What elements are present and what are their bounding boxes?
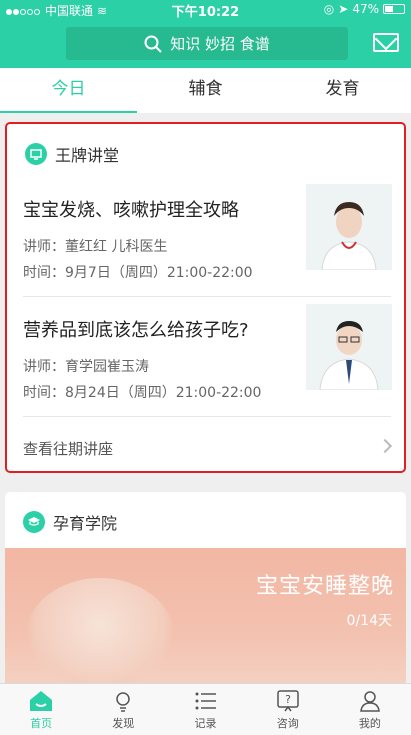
- nav-consult-label: 咨询: [276, 716, 299, 730]
- status-bar: 中国联通 ≋ 下午10:22 ◎ ➤ 47%: [0, 0, 411, 20]
- battery-icon: [383, 4, 405, 14]
- lecture-time: 时间：8月24日（周四）21:00-22:00: [23, 385, 262, 401]
- lightbulb-icon: [110, 689, 136, 713]
- lecture-item[interactable]: 宝宝发烧、咳嗽护理全攻略 讲师：董红红 儿科医生 时间：9月7日（周四）21:0…: [23, 184, 392, 306]
- lecturer-photo: [306, 184, 392, 270]
- academy-section-title: 孕育学院: [53, 514, 118, 533]
- search-icon: [144, 35, 162, 53]
- lecture-lecturer: 讲师：育学园崔玉涛: [23, 359, 149, 375]
- chevron-right-icon[interactable]: [377, 438, 393, 454]
- lecture-time: 时间：9月7日（周四）21:00-22:00: [23, 265, 253, 281]
- nav-discover[interactable]: 发现: [82, 684, 164, 735]
- lecture-title: 营养品到底该怎么给孩子吃?: [23, 320, 249, 341]
- search-placeholder: 知识 妙招 食谱: [170, 35, 270, 53]
- lecturer-photo: [306, 304, 392, 390]
- nav-home-label: 首页: [30, 716, 53, 730]
- bottom-nav: 首页 发现 记录 ? 咨询 我的: [0, 683, 411, 735]
- nav-record[interactable]: 记录: [164, 684, 246, 735]
- lecture-item[interactable]: 营养品到底该怎么给孩子吃? 讲师：育学园崔玉涛 时间：8月24日（周四）21:0…: [23, 304, 392, 426]
- nav-consult[interactable]: ? 咨询: [247, 684, 329, 735]
- lecture-card: 王牌讲堂 宝宝发烧、咳嗽护理全攻略 讲师：董红红 儿科医生 时间：9月7日（周四…: [5, 122, 406, 473]
- user-icon: [357, 689, 383, 713]
- nav-mine[interactable]: 我的: [329, 684, 411, 735]
- banner-progress: 0/14天: [346, 613, 392, 629]
- tab-today[interactable]: 今日: [0, 68, 137, 113]
- mail-icon[interactable]: [373, 33, 399, 52]
- lecture-section-header: 王牌讲堂: [25, 142, 119, 166]
- academy-section-header: 孕育学院: [23, 510, 117, 534]
- lecture-tv-icon: [25, 143, 47, 165]
- home-icon: [28, 689, 54, 713]
- battery-percent: 47%: [352, 2, 379, 16]
- question-icon: ?: [275, 689, 301, 713]
- nav-home[interactable]: 首页: [0, 684, 82, 735]
- lock-rotation-icon: ◎: [323, 2, 335, 16]
- nav-mine-label: 我的: [358, 716, 381, 730]
- location-icon: ➤: [338, 2, 349, 16]
- search-bar[interactable]: 知识 妙招 食谱: [66, 27, 348, 60]
- divider: [23, 296, 391, 297]
- nav-record-label: 记录: [194, 716, 217, 730]
- nav-discover-label: 发现: [112, 716, 135, 730]
- lecture-title: 宝宝发烧、咳嗽护理全攻略: [23, 200, 239, 221]
- lecture-section-title: 王牌讲堂: [55, 146, 120, 165]
- academy-card[interactable]: 孕育学院 宝宝安睡整晚 0/14天: [5, 492, 406, 692]
- sleeping-baby-image: [25, 578, 175, 692]
- svg-text:?: ?: [285, 693, 291, 706]
- app-header: 中国联通 ≋ 下午10:22 ◎ ➤ 47% 知识 妙招 食谱: [0, 0, 411, 68]
- top-tabs: 今日 辅食 发育: [0, 68, 411, 113]
- divider: [23, 416, 391, 417]
- lecture-lecturer: 讲师：董红红 儿科医生: [23, 239, 168, 255]
- tab-development[interactable]: 发育: [274, 68, 411, 113]
- tab-complementary-food[interactable]: 辅食: [137, 68, 274, 113]
- graduation-cap-icon: [23, 511, 45, 533]
- list-icon: [193, 689, 219, 713]
- view-past-lectures-link[interactable]: 查看往期讲座: [23, 438, 113, 459]
- banner-title: 宝宝安睡整晚: [255, 574, 394, 599]
- academy-banner[interactable]: 宝宝安睡整晚 0/14天: [5, 548, 406, 692]
